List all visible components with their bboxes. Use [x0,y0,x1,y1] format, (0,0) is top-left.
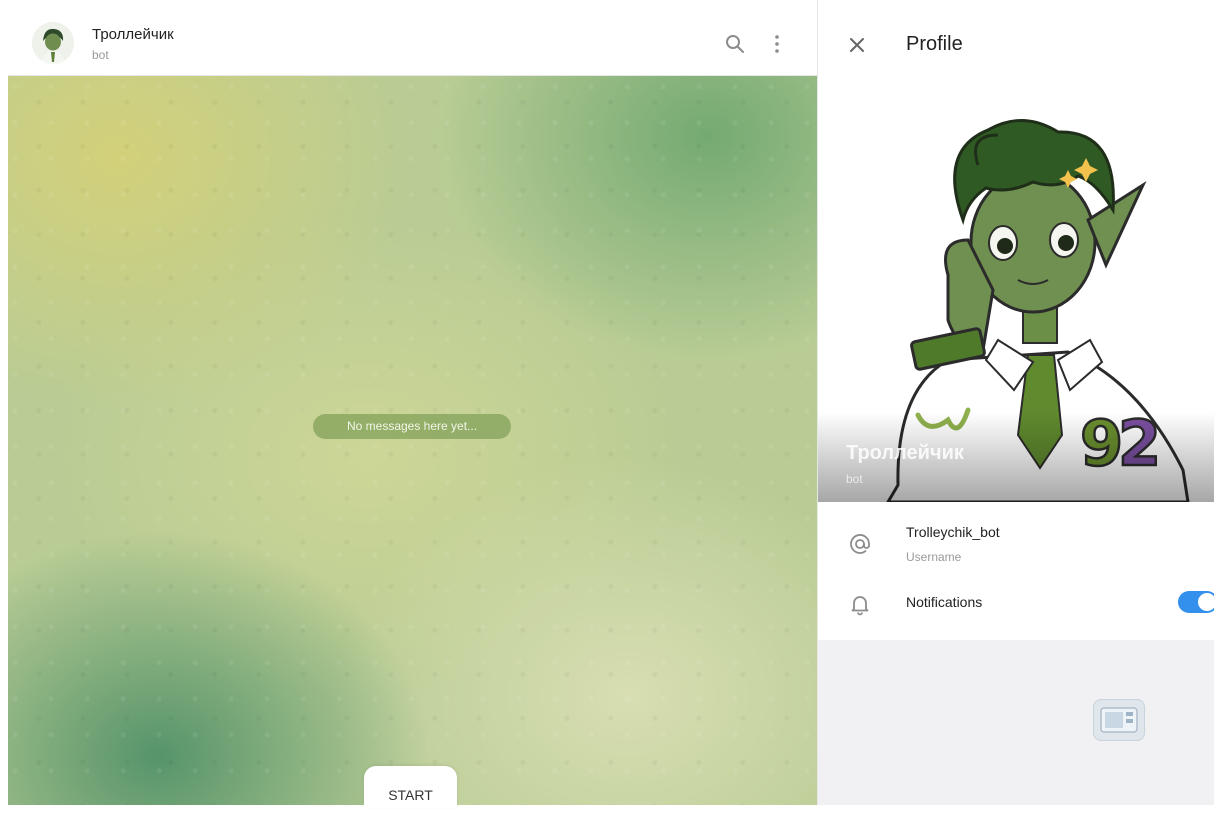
chat-subtitle: bot [92,48,109,62]
notifications-row[interactable]: Notifications [818,584,1214,624]
shared-media-area [818,640,1214,805]
username-value: Trolleychik_bot [906,524,1000,540]
chat-header[interactable]: Троллейчик bot [8,12,817,76]
profile-header: Profile [818,0,1214,90]
close-icon[interactable] [846,34,868,56]
notifications-toggle[interactable] [1178,591,1214,613]
profile-panel: Profile 9 2 Троллейчик [818,0,1214,805]
username-row[interactable]: Trolleychik_bot Username [818,518,1214,580]
profile-photo[interactable]: 9 2 Троллейчик bot [818,90,1214,502]
bell-icon [848,592,872,616]
notifications-label: Notifications [906,594,983,610]
media-icon[interactable] [1093,699,1145,741]
username-label: Username [906,550,962,564]
avatar[interactable] [32,22,74,64]
profile-title: Profile [906,33,963,55]
profile-status: bot [846,472,863,486]
at-icon [848,532,872,556]
chat-title: Троллейчик [92,26,174,43]
empty-chat-notice: No messages here yet... [313,414,511,439]
toggle-knob [1198,593,1214,611]
start-button[interactable]: START [364,766,457,808]
more-vertical-icon[interactable] [766,33,788,55]
search-icon[interactable] [724,33,746,55]
profile-name: Троллейчик [846,442,964,464]
chat-pane: Троллейчик bot No messages here yet... S… [0,0,818,808]
chat-background [8,76,817,805]
